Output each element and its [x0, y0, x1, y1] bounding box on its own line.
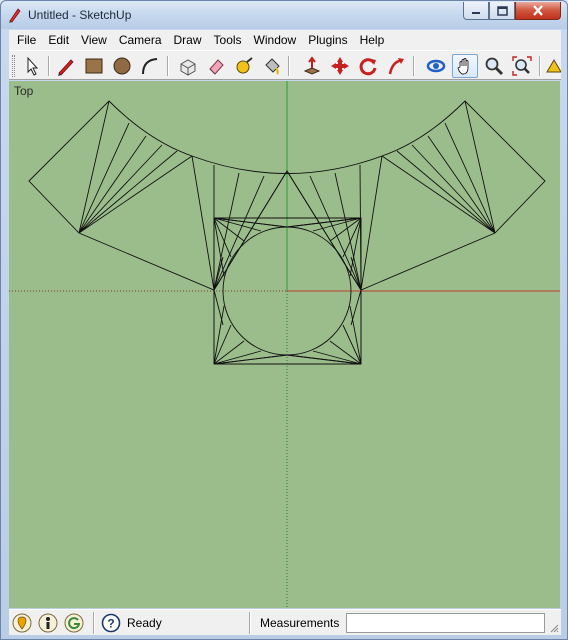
pan-tool-button[interactable]: [452, 54, 478, 78]
menu-help[interactable]: Help: [354, 31, 391, 49]
center-left-triangulation: [191, 155, 288, 291]
push-pull-icon: [303, 56, 321, 75]
status-separator: [249, 612, 251, 634]
toolbar-grip[interactable]: [12, 55, 15, 77]
menu-view[interactable]: View: [75, 31, 113, 49]
close-button[interactable]: [515, 2, 561, 20]
help-icon[interactable]: ?: [101, 613, 121, 633]
circle-icon: [113, 57, 131, 75]
toolbar-separator: [413, 56, 415, 76]
toolbar-separator: [48, 56, 50, 76]
sketchup-app-icon: [9, 8, 21, 23]
menu-bar: File Edit View Camera Draw Tools Window …: [9, 30, 561, 50]
menu-camera[interactable]: Camera: [113, 31, 168, 49]
move-tool-button[interactable]: [327, 54, 353, 78]
right-wing-triangulation: [381, 100, 496, 234]
menu-plugins[interactable]: Plugins: [302, 31, 353, 49]
rectangle-icon: [85, 58, 103, 74]
orbit-icon: [426, 59, 446, 73]
arc-icon: [142, 58, 158, 75]
follow-me-icon: [388, 58, 404, 75]
status-separator: [93, 612, 95, 634]
model-canvas[interactable]: [9, 81, 560, 608]
follow-me-button[interactable]: [383, 54, 409, 78]
toolbar-separator: [288, 56, 290, 76]
toolbar-separator: [539, 56, 541, 76]
google-sign-in-icon[interactable]: [64, 613, 84, 633]
corner-bl-triangulation: [213, 305, 288, 365]
rotate-icon: [359, 58, 377, 76]
measurements-input[interactable]: [346, 613, 545, 633]
zoom-icon: [485, 57, 504, 76]
resize-grip-icon[interactable]: [549, 623, 559, 633]
menu-window[interactable]: Window: [248, 31, 303, 49]
zoom-extents-icon: [512, 56, 532, 76]
zoom-tool-button[interactable]: [481, 54, 507, 78]
warehouse-icon: [546, 59, 561, 73]
line-tool-button[interactable]: [53, 54, 79, 78]
zoom-extents-button[interactable]: [509, 54, 535, 78]
minimize-button[interactable]: [463, 2, 489, 20]
title-bar: Untitled - SketchUp: [1, 1, 567, 29]
window-title: Untitled - SketchUp: [28, 8, 132, 22]
menu-tools[interactable]: Tools: [208, 31, 248, 49]
move-icon: [331, 57, 349, 75]
svg-text:?: ?: [107, 617, 114, 631]
orbit-tool-button[interactable]: [423, 54, 449, 78]
maximize-icon: [496, 5, 508, 16]
make-component-icon: [180, 59, 196, 76]
arc-tool-button[interactable]: [137, 54, 163, 78]
toolbar: [9, 50, 561, 80]
toolbar-separator: [167, 56, 169, 76]
paint-bucket-icon: [265, 58, 280, 75]
close-icon: [533, 5, 543, 16]
modeling-viewport[interactable]: Top: [9, 81, 560, 608]
app-window: Untitled - SketchUp File Edit View Camer…: [0, 0, 568, 640]
select-arrow-icon: [27, 56, 39, 76]
rectangle-tool-button[interactable]: [81, 54, 107, 78]
menu-file[interactable]: File: [11, 31, 42, 49]
push-pull-button[interactable]: [299, 54, 325, 78]
credits-icon[interactable]: [38, 613, 58, 633]
corner-br-triangulation: [286, 305, 362, 365]
select-tool-button[interactable]: [19, 54, 45, 78]
pencil-line-icon: [58, 59, 74, 76]
menu-edit[interactable]: Edit: [42, 31, 75, 49]
rotate-tool-button[interactable]: [355, 54, 381, 78]
status-bar: ? Ready Measurements: [9, 609, 561, 635]
corner-tl-triangulation: [213, 217, 288, 277]
tape-measure-button[interactable]: [231, 54, 257, 78]
pan-icon: [457, 58, 469, 75]
maximize-button[interactable]: [489, 2, 515, 20]
measurements-label: Measurements: [260, 616, 340, 630]
center-right-triangulation: [286, 155, 383, 291]
left-wing-triangulation: [78, 100, 193, 234]
circle-tool-button[interactable]: [109, 54, 135, 78]
status-text: Ready: [127, 616, 162, 630]
warehouse-button[interactable]: [545, 54, 561, 78]
make-component-button[interactable]: [175, 54, 201, 78]
eraser-icon: [209, 59, 224, 75]
menu-draw[interactable]: Draw: [168, 31, 208, 49]
corner-tr-triangulation: [286, 217, 362, 277]
geo-location-icon[interactable]: [12, 613, 32, 633]
tape-measure-icon: [236, 57, 253, 74]
paint-bucket-button[interactable]: [259, 54, 285, 78]
eraser-tool-button[interactable]: [203, 54, 229, 78]
minimize-icon: [472, 11, 480, 14]
